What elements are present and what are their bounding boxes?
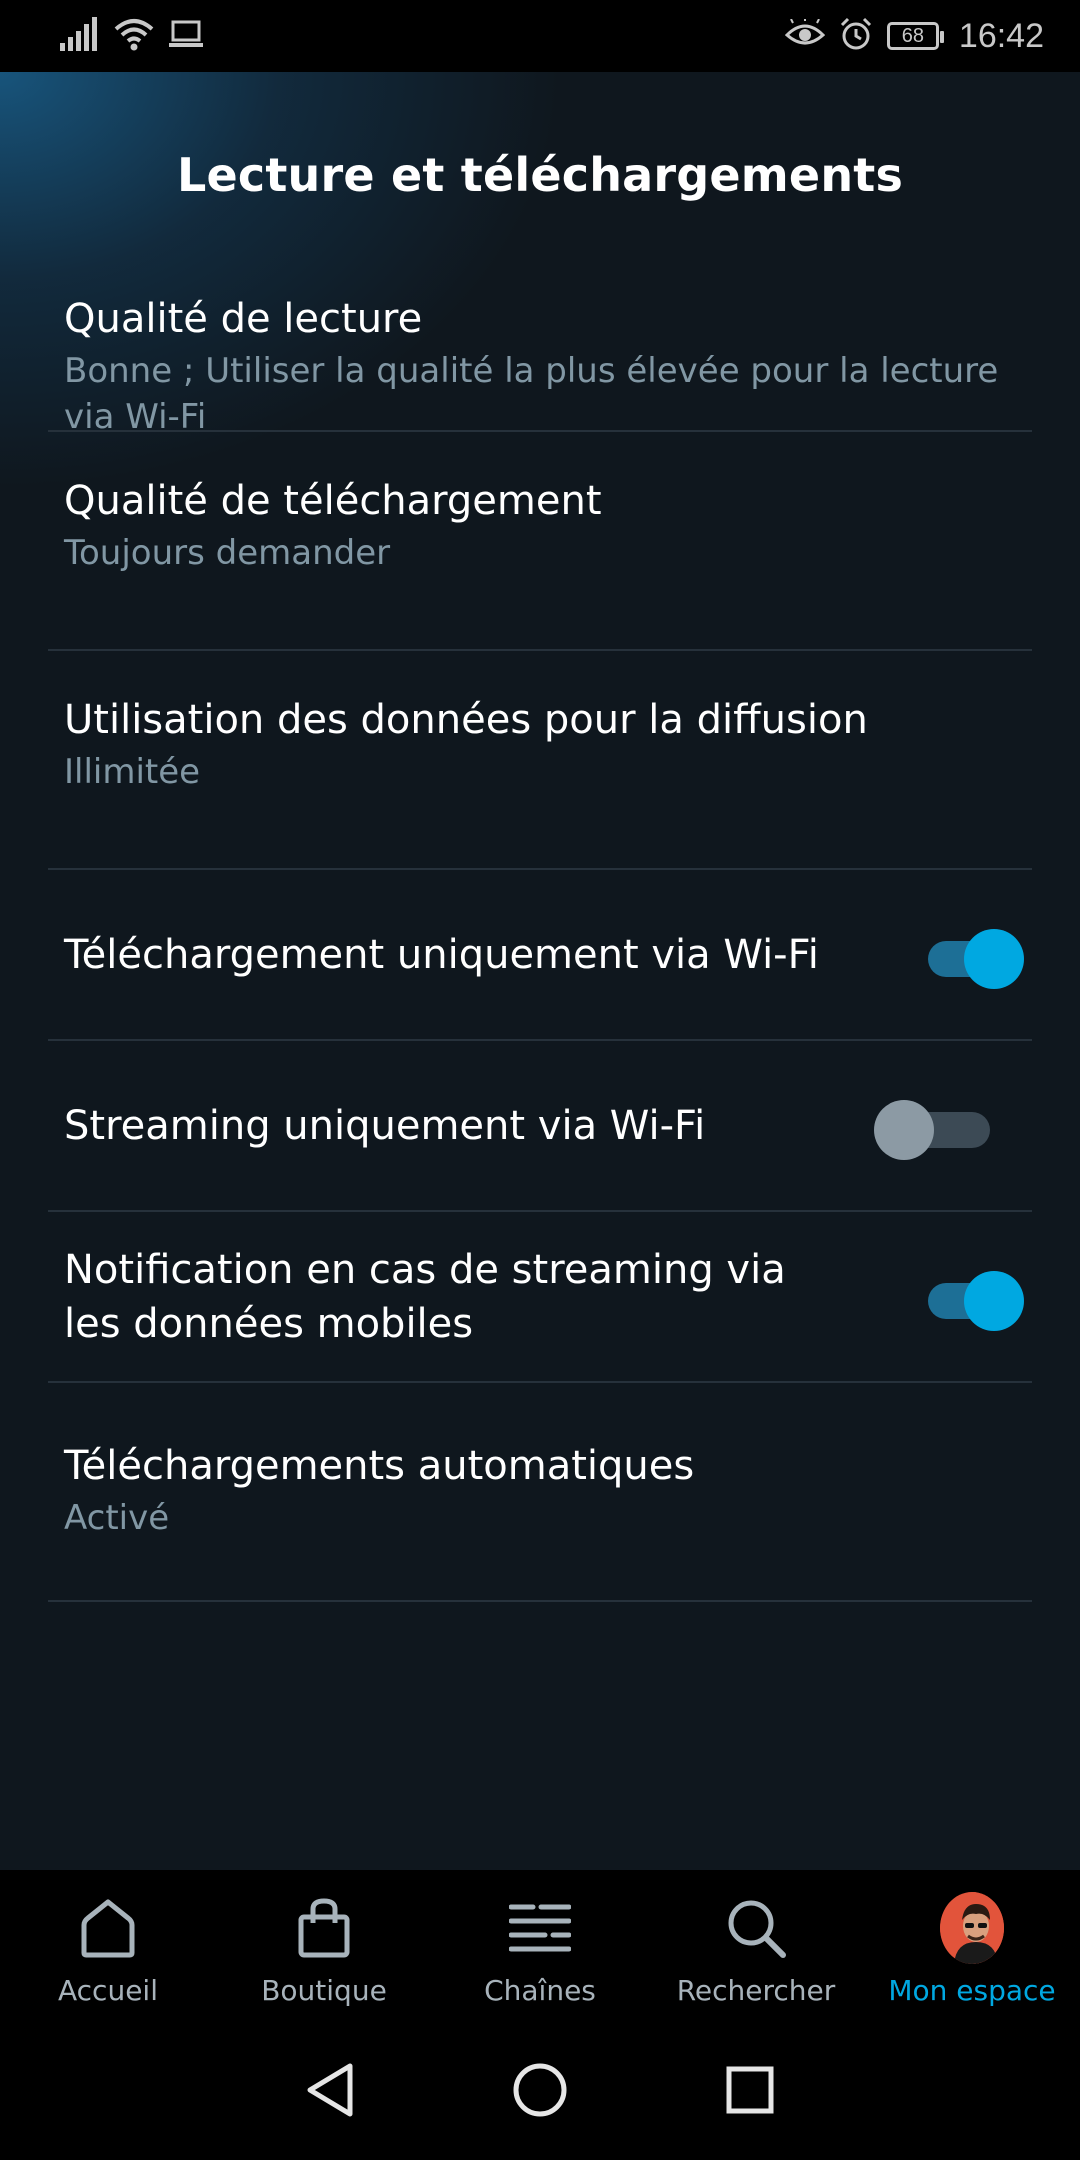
setting-title: Notification en cas de streaming via les… — [64, 1246, 786, 1347]
eye-icon — [784, 17, 826, 53]
nav-label: Chaînes — [484, 1974, 596, 2007]
setting-subtitle: Activé — [64, 1498, 170, 1538]
setting-subtitle: Bonne ; Utiliser la qualité la plus élev… — [64, 351, 999, 437]
status-left — [60, 17, 204, 55]
nav-label: Rechercher — [676, 1974, 836, 2007]
home-button-icon[interactable] — [510, 2060, 570, 2120]
status-time: 16:42 — [958, 16, 1044, 55]
nav-item-store[interactable]: Boutique — [216, 1870, 432, 2020]
setting-subtitle: Illimitée — [64, 752, 201, 792]
nav-item-channels[interactable]: Chaînes — [432, 1870, 648, 2020]
avatar-image — [940, 1892, 1004, 1964]
toggle-knob — [964, 1270, 1024, 1331]
setting-data-usage[interactable]: Utilisation des données pour la diffusio… — [48, 651, 1032, 870]
nav-label: Boutique — [261, 1974, 387, 2007]
toggle-knob — [964, 928, 1024, 989]
wifi-icon — [114, 17, 154, 55]
main-content: Lecture et téléchargements Qualité de le… — [0, 72, 1080, 1870]
setting-title: Qualité de téléchargement — [64, 478, 602, 524]
setting-download-wifi-only[interactable]: Téléchargement uniquement via Wi-Fi — [48, 870, 1032, 1041]
laptop-icon — [168, 19, 204, 53]
mobile-data-notification-toggle[interactable] — [924, 1267, 1024, 1331]
toggle-knob — [874, 1099, 934, 1160]
status-right: 68 16:42 — [784, 16, 1044, 56]
nav-label: Accueil — [58, 1974, 158, 2007]
nav-item-my-space[interactable]: Mon espace — [864, 1870, 1080, 2020]
battery-level: 68 — [901, 24, 925, 47]
channels-icon — [508, 1896, 572, 1960]
battery-icon: 68 — [886, 22, 944, 50]
nav-label: Mon espace — [888, 1974, 1056, 2007]
setting-title: Utilisation des données pour la diffusio… — [64, 697, 868, 743]
setting-mobile-data-notification[interactable]: Notification en cas de streaming via les… — [48, 1212, 1032, 1383]
screen: 68 16:42 Lecture et téléchargements Qual… — [0, 0, 1080, 2160]
setting-streaming-wifi-only[interactable]: Streaming uniquement via Wi-Fi — [48, 1041, 1032, 1212]
signal-icon — [60, 17, 100, 55]
system-nav-bar — [0, 2020, 1080, 2160]
avatar — [940, 1892, 1004, 1964]
search-icon — [724, 1896, 788, 1960]
home-icon — [76, 1896, 140, 1960]
setting-title: Téléchargements automatiques — [64, 1443, 695, 1489]
back-icon[interactable] — [300, 2060, 360, 2120]
setting-playback-quality[interactable]: Qualité de lecture Bonne ; Utiliser la q… — [48, 190, 1032, 437]
setting-subtitle: Toujours demander — [64, 533, 391, 573]
settings-list: Qualité de lecture Bonne ; Utiliser la q… — [48, 292, 1032, 1602]
bottom-nav: Accueil Boutique Chaînes Rechercher Mon … — [0, 1870, 1080, 2020]
nav-item-search[interactable]: Rechercher — [648, 1870, 864, 2020]
setting-auto-downloads[interactable]: Téléchargements automatiques Activé — [48, 1383, 1032, 1602]
setting-title: Streaming uniquement via Wi-Fi — [64, 1102, 706, 1149]
alarm-icon — [839, 17, 873, 55]
status-bar: 68 16:42 — [0, 0, 1080, 72]
setting-title: Qualité de lecture — [64, 296, 423, 342]
recent-apps-icon[interactable] — [720, 2060, 780, 2120]
nav-item-home[interactable]: Accueil — [0, 1870, 216, 2020]
streaming-wifi-only-toggle[interactable] — [874, 1096, 994, 1160]
setting-title: Téléchargement uniquement via Wi-Fi — [64, 931, 819, 978]
setting-download-quality[interactable]: Qualité de téléchargement Toujours deman… — [48, 432, 1032, 651]
shopping-bag-icon — [292, 1896, 356, 1960]
download-wifi-only-toggle[interactable] — [924, 925, 1024, 989]
